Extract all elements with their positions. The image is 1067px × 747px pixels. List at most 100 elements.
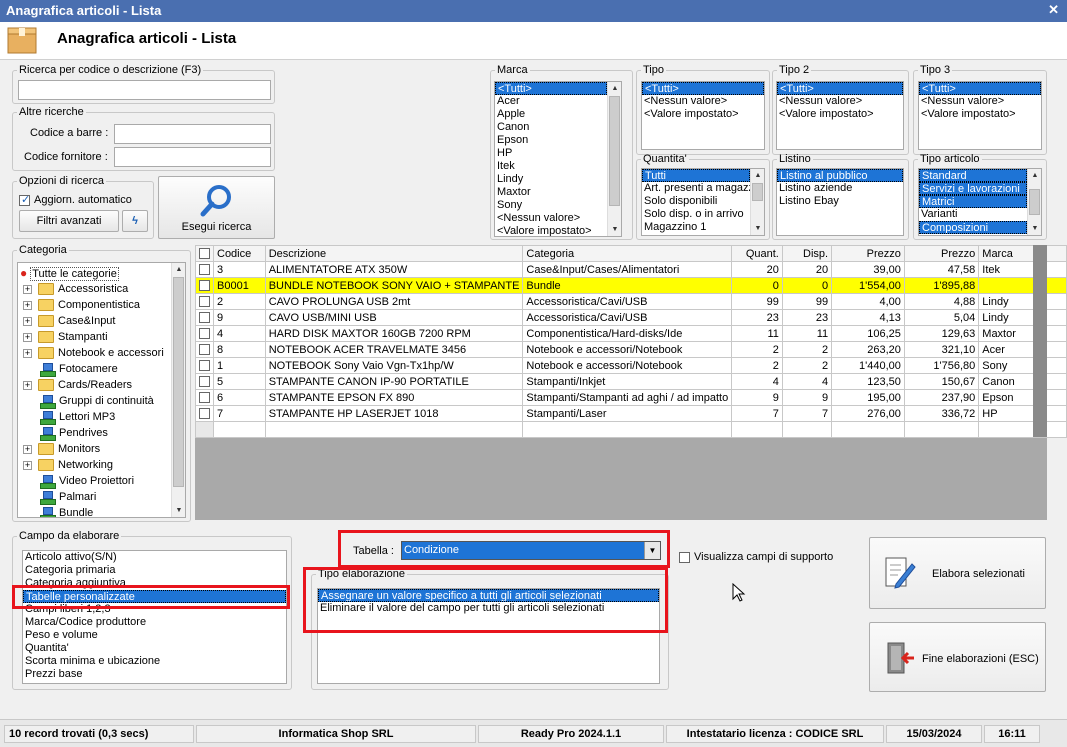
list-item[interactable]: Composizioni xyxy=(919,221,1027,234)
close-icon[interactable]: ✕ xyxy=(1048,2,1059,18)
auto-update-checkbox[interactable]: ✓ Aggiorn. automatico xyxy=(19,193,132,207)
list-item[interactable]: Maxtor xyxy=(495,186,607,199)
list-item[interactable]: <Nessun valore> xyxy=(919,95,1041,108)
list-item[interactable]: Prezzi base xyxy=(23,668,286,681)
listbox-scrollbar[interactable]: ▲ ▼ xyxy=(750,169,764,235)
list-item[interactable]: <Tutti> xyxy=(495,82,607,95)
scroll-thumb[interactable] xyxy=(752,183,763,201)
expand-icon[interactable]: + xyxy=(23,349,32,358)
tipo-listbox[interactable]: <Tutti> <Nessun valore> <Valore impostato> xyxy=(641,81,765,150)
listbox-scrollbar[interactable]: ▲ ▼ xyxy=(607,82,621,236)
list-item[interactable]: <Valore impostato> xyxy=(919,108,1041,121)
col-codice[interactable]: Codice xyxy=(213,245,266,262)
tipo-articolo-listbox[interactable]: Standard Servizi e lavorazioni Matrici Vari… xyxy=(918,168,1042,236)
list-item[interactable]: Lindy xyxy=(495,173,607,186)
scroll-down-icon[interactable]: ▼ xyxy=(1028,222,1041,235)
row-checkbox[interactable] xyxy=(195,293,214,310)
table-row[interactable]: B0001 BUNDLE NOTEBOOK SONY VAIO + STAMPAN… xyxy=(195,277,1067,294)
search-input[interactable] xyxy=(18,80,271,100)
list-item[interactable]: Standard xyxy=(919,169,1027,182)
list-item[interactable]: Solo disp. o in arrivo xyxy=(642,208,750,221)
select-all-checkbox[interactable] xyxy=(195,245,214,262)
category-tree[interactable]: ● Tutte le categorie + Accessoristica + Compo… xyxy=(17,262,186,518)
list-item[interactable]: Listino al pubblico xyxy=(777,169,903,182)
list-item[interactable]: <Nessun valore> xyxy=(642,95,764,108)
list-item[interactable]: Itek xyxy=(495,160,607,173)
list-item[interactable]: Acer xyxy=(495,95,607,108)
scroll-up-icon[interactable]: ▲ xyxy=(608,82,621,95)
row-checkbox[interactable] xyxy=(195,405,214,422)
scroll-thumb[interactable] xyxy=(609,96,620,206)
list-item[interactable]: <Valore impostato> xyxy=(495,225,607,236)
listino-listbox[interactable]: Listino al pubblico Listino aziende Listin… xyxy=(776,168,904,236)
scroll-down-icon[interactable]: ▼ xyxy=(751,222,764,235)
list-item[interactable]: Sony xyxy=(495,199,607,212)
row-checkbox[interactable] xyxy=(195,357,214,374)
barcode-input[interactable] xyxy=(114,124,271,144)
list-item[interactable]: <Tutti> xyxy=(642,82,764,95)
col-descrizione[interactable]: Descrizione xyxy=(264,245,524,262)
expand-icon[interactable]: + xyxy=(23,381,32,390)
row-checkbox[interactable] xyxy=(195,309,214,326)
scroll-thumb[interactable] xyxy=(173,277,184,487)
col-disp[interactable]: Disp. xyxy=(781,245,833,262)
list-item[interactable]: Marca/Codice produttore xyxy=(23,616,286,629)
grid-scrollbar[interactable] xyxy=(1033,245,1047,437)
table-row[interactable]: 6 STAMPANTE EPSON FX 890 Stampanti/Stampan… xyxy=(195,389,1067,406)
row-checkbox[interactable] xyxy=(195,389,214,406)
table-row[interactable]: 3 ALIMENTATORE ATX 350W Case&Input/Cases/A… xyxy=(195,261,1067,278)
expand-icon[interactable]: + xyxy=(23,333,32,342)
tree-root[interactable]: ● Tutte le categorie xyxy=(20,265,119,281)
col-prezzo-ivato[interactable]: Prezzo xyxy=(903,245,980,262)
list-item[interactable]: Canon xyxy=(495,121,607,134)
list-item[interactable]: HP xyxy=(495,147,607,160)
list-item[interactable]: <Valore impostato> xyxy=(777,108,903,121)
list-item[interactable]: <Nessun valore> xyxy=(777,95,903,108)
process-selected-button[interactable]: Elabora selezionati xyxy=(869,537,1046,609)
expand-icon[interactable]: + xyxy=(23,445,32,454)
campo-listbox[interactable]: Articolo attivo(S/N) Categoria primaria Ca… xyxy=(22,550,287,684)
list-item[interactable]: Quantita' xyxy=(23,642,286,655)
scroll-up-icon[interactable]: ▲ xyxy=(1028,169,1041,182)
scroll-up-icon[interactable]: ▲ xyxy=(172,263,185,276)
list-item[interactable]: Varianti xyxy=(919,208,1027,221)
list-item[interactable]: Matrici xyxy=(919,195,1027,208)
marca-listbox[interactable]: <Tutti> Acer Apple Canon Epson HP Itek Lindy Max… xyxy=(494,81,622,237)
list-item[interactable]: Scorta minima e ubicazione xyxy=(23,655,286,668)
row-checkbox[interactable] xyxy=(195,325,214,342)
list-item[interactable]: <Nessun valore> xyxy=(495,212,607,225)
scroll-down-icon[interactable]: ▼ xyxy=(172,504,185,517)
col-marca[interactable]: Marca xyxy=(978,245,1067,262)
table-row[interactable]: 2 CAVO PROLUNGA USB 2mt Accessoristica/Cav… xyxy=(195,293,1067,310)
table-row[interactable]: 5 STAMPANTE CANON IP-90 PORTATILE Stampant… xyxy=(195,373,1067,390)
table-row[interactable]: 4 HARD DISK MAXTOR 160GB 7200 RPM Componen… xyxy=(195,325,1067,342)
tipo2-listbox[interactable]: <Tutti> <Nessun valore> <Valore impostato> xyxy=(776,81,904,150)
table-empty-row[interactable] xyxy=(195,421,1067,438)
list-item[interactable]: <Valore impostato> xyxy=(642,108,764,121)
advanced-filters-button[interactable]: Filtri avanzati xyxy=(19,210,119,232)
quantita-listbox[interactable]: TuttiArt. presenti a magazzinoSolo dispo… xyxy=(641,168,765,236)
list-item[interactable]: Listino Ebay xyxy=(777,195,903,208)
list-item[interactable]: <Tutti> xyxy=(777,82,903,95)
scroll-thumb[interactable] xyxy=(1029,189,1040,215)
table-row[interactable]: 8 NOTEBOOK ACER TRAVELMATE 3456 Notebook e… xyxy=(195,341,1067,358)
lightning-button[interactable]: ϟ xyxy=(122,210,148,232)
list-item[interactable]: Categoria primaria xyxy=(23,564,286,577)
list-item[interactable]: Servizi e lavorazioni xyxy=(919,182,1027,195)
listbox-scrollbar[interactable]: ▲ ▼ xyxy=(1027,169,1041,235)
list-item[interactable]: Solo disponibili xyxy=(642,195,750,208)
col-categoria[interactable]: Categoria xyxy=(522,245,733,262)
supplier-code-input[interactable] xyxy=(114,147,271,167)
list-item[interactable]: Magazzino 1 xyxy=(642,221,750,234)
expand-icon[interactable]: + xyxy=(23,317,32,326)
table-row[interactable]: 9 CAVO USB/MINI USB Accessoristica/Cavi/US… xyxy=(195,309,1067,326)
list-item[interactable]: Peso e volume xyxy=(23,629,286,642)
list-item[interactable]: Apple xyxy=(495,108,607,121)
expand-icon[interactable]: + xyxy=(23,301,32,310)
list-item[interactable]: Articolo attivo(S/N) xyxy=(23,551,286,564)
col-prezzo[interactable]: Prezzo xyxy=(831,245,905,262)
row-checkbox[interactable] xyxy=(195,341,214,358)
table-row[interactable]: 7 STAMPANTE HP LASERJET 1018 Stampanti/Las… xyxy=(195,405,1067,422)
scroll-down-icon[interactable]: ▼ xyxy=(608,223,621,236)
list-item[interactable]: Epson xyxy=(495,134,607,147)
